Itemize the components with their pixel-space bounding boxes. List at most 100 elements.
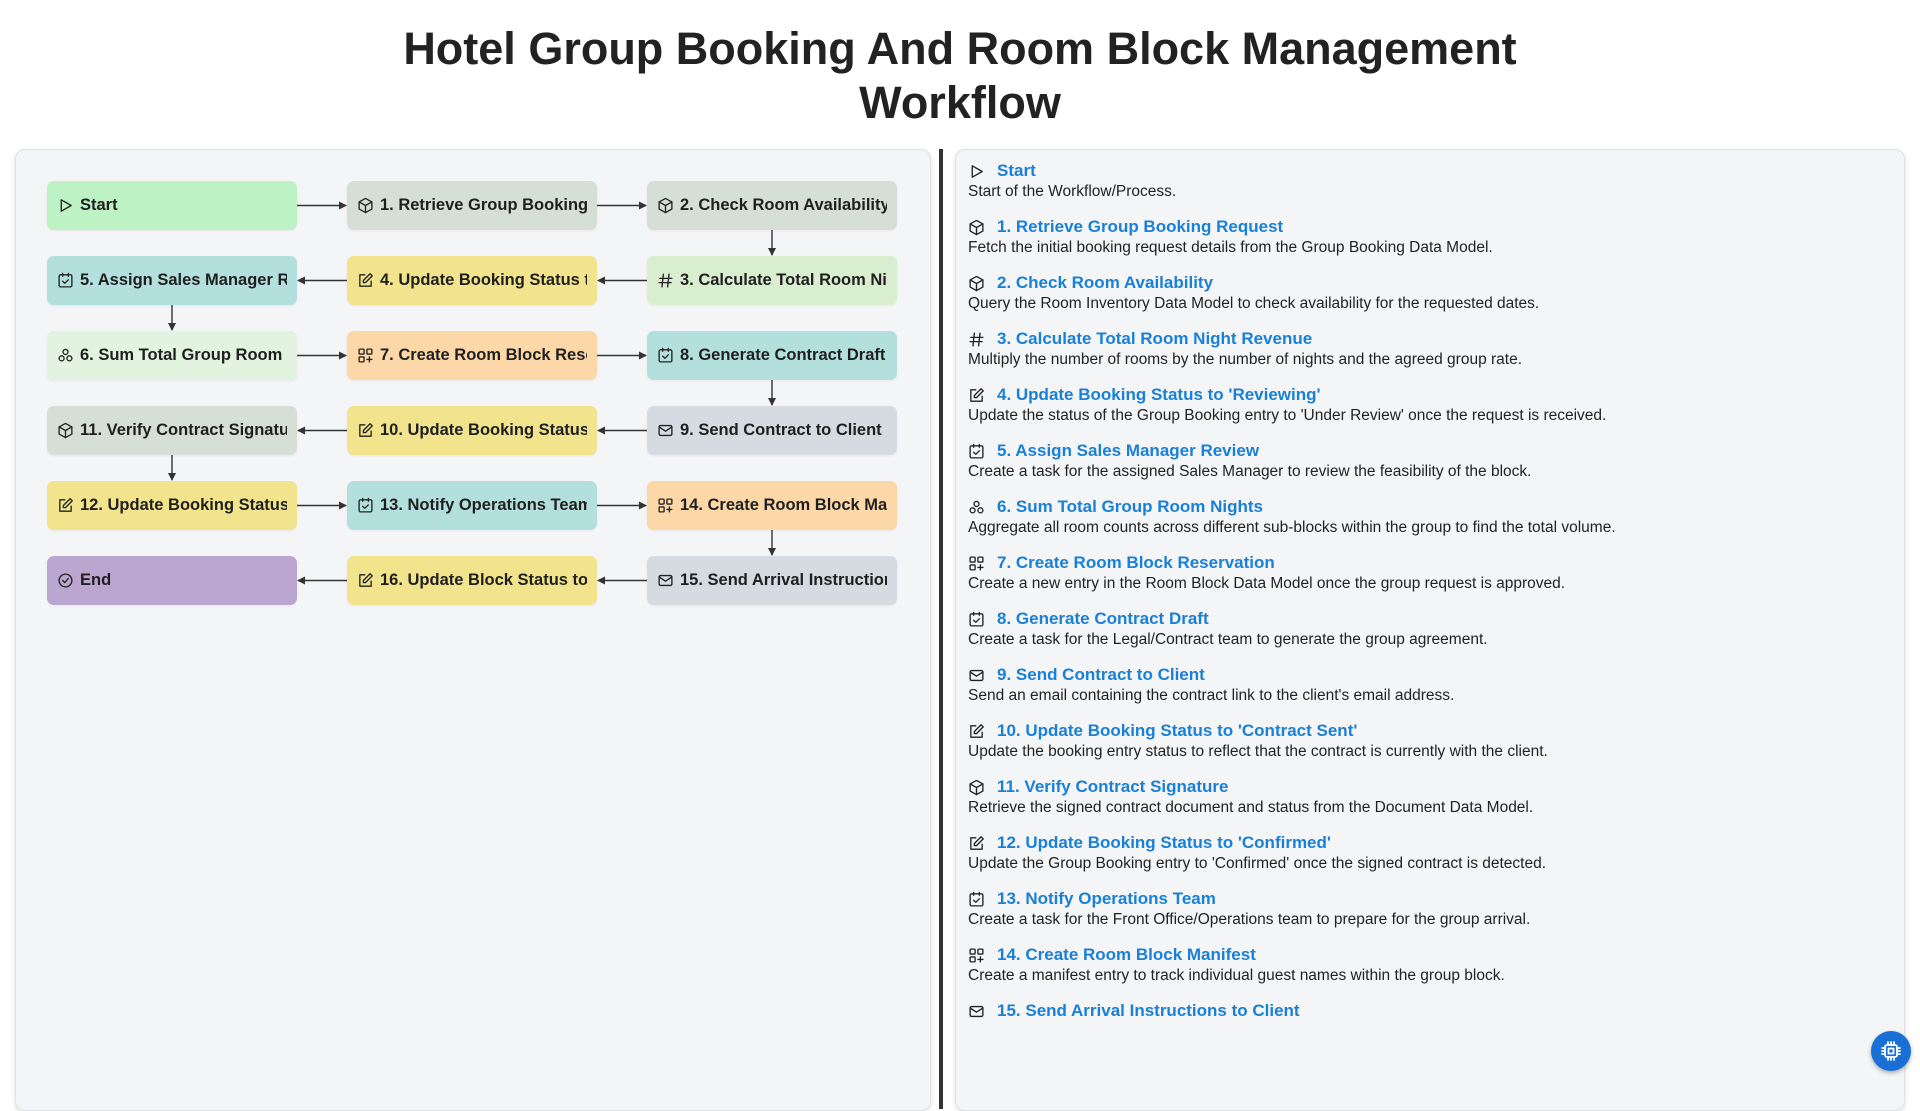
grid-plus-icon xyxy=(968,555,985,572)
checkbox-icon xyxy=(968,443,985,460)
edit-icon xyxy=(357,272,374,289)
grid-plus-icon xyxy=(657,497,674,514)
description-text: Update the booking entry status to refle… xyxy=(968,743,1548,760)
flow-node-n16[interactable]: 16. Update Block Status to xyxy=(347,556,597,605)
description-title-link[interactable]: 15. Send Arrival Instructions to Client xyxy=(997,1001,1300,1021)
flow-node-n9[interactable]: 9. Send Contract to Client xyxy=(647,406,897,455)
description-title-link[interactable]: 13. Notify Operations Team xyxy=(997,889,1216,909)
checkbox-icon xyxy=(57,272,74,289)
description-title-link[interactable]: 12. Update Booking Status to 'Confirmed' xyxy=(997,833,1331,853)
flow-node-end[interactable]: End xyxy=(47,556,297,605)
description-title-link[interactable]: 11. Verify Contract Signature xyxy=(997,777,1228,797)
description-item: 10. Update Booking Status to 'Contract S… xyxy=(968,720,1888,762)
edit-icon xyxy=(357,572,374,589)
flow-node-label: Start xyxy=(80,196,118,214)
description-text: Update the status of the Group Booking e… xyxy=(968,407,1607,424)
flow-node-label: 5. Assign Sales Manager Review xyxy=(80,271,287,289)
grid-plus-icon xyxy=(968,947,985,964)
flow-node-label: 11. Verify Contract Signature xyxy=(80,421,287,439)
description-text: Aggregate all room counts across differe… xyxy=(968,519,1616,536)
flow-node-n8[interactable]: 8. Generate Contract Draft xyxy=(647,331,897,380)
flow-node-label: 16. Update Block Status to xyxy=(380,571,587,589)
cube-icon xyxy=(968,219,985,236)
flow-node-label: End xyxy=(80,571,112,589)
description-text: Send an email containing the contract li… xyxy=(968,687,1455,704)
description-title-link[interactable]: 1. Retrieve Group Booking Request xyxy=(997,217,1283,237)
description-list: Start Start of the Workflow/Process. 1. Re… xyxy=(968,160,1888,1036)
description-title-link[interactable]: 2. Check Room Availability xyxy=(997,273,1213,293)
description-text: Create a task for the Legal/Contract tea… xyxy=(968,631,1488,648)
panel-divider[interactable] xyxy=(939,149,943,1109)
hash-icon xyxy=(968,331,985,348)
flow-node-label: 6. Sum Total Group Room Nights xyxy=(80,346,287,364)
description-panel[interactable]: Start Start of the Workflow/Process. 1. Re… xyxy=(955,149,1905,1111)
flow-node-n12[interactable]: 12. Update Booking Status to 'Confirmed' xyxy=(47,481,297,530)
description-title-link[interactable]: 6. Sum Total Group Room Nights xyxy=(997,497,1263,517)
flow-node-n3[interactable]: 3. Calculate Total Room Night Revenue xyxy=(647,256,897,305)
flow-node-n7[interactable]: 7. Create Room Block Reservation xyxy=(347,331,597,380)
flow-node-label: 12. Update Booking Status to 'Confirmed' xyxy=(80,496,287,514)
flow-node-n15[interactable]: 15. Send Arrival Instructions to Client xyxy=(647,556,897,605)
flow-node-n6[interactable]: 6. Sum Total Group Room Nights xyxy=(47,331,297,380)
description-item: 12. Update Booking Status to 'Confirmed'… xyxy=(968,832,1888,874)
description-title-link[interactable]: 7. Create Room Block Reservation xyxy=(997,553,1275,573)
flow-node-n11[interactable]: 11. Verify Contract Signature xyxy=(47,406,297,455)
cube-icon xyxy=(968,779,985,796)
description-text: Start of the Workflow/Process. xyxy=(968,183,1177,200)
cpu-icon xyxy=(1879,1039,1903,1063)
assistant-button[interactable] xyxy=(1871,1031,1911,1071)
flow-node-n2[interactable]: 2. Check Room Availability xyxy=(647,181,897,230)
checkbox-icon xyxy=(968,611,985,628)
description-title-link[interactable]: 10. Update Booking Status to 'Contract S… xyxy=(997,721,1357,741)
description-text: Fetch the initial booking request detail… xyxy=(968,239,1493,256)
grid-plus-icon xyxy=(357,347,374,364)
edit-icon xyxy=(57,497,74,514)
description-text: Update the Group Booking entry to 'Confi… xyxy=(968,855,1547,872)
description-title-link[interactable]: 9. Send Contract to Client xyxy=(997,665,1205,685)
description-text: Create a task for the Front Office/Opera… xyxy=(968,911,1531,928)
description-title-link[interactable]: 3. Calculate Total Room Night Revenue xyxy=(997,329,1312,349)
description-title-link[interactable]: 8. Generate Contract Draft xyxy=(997,609,1209,629)
description-text: Retrieve the signed contract document an… xyxy=(968,799,1534,816)
flow-node-n14[interactable]: 14. Create Room Block Manifest xyxy=(647,481,897,530)
mail-icon xyxy=(968,1003,985,1020)
description-text: Multiply the number of rooms by the numb… xyxy=(968,351,1523,368)
play-icon xyxy=(968,163,985,180)
cube-icon xyxy=(57,422,74,439)
description-title-link[interactable]: 5. Assign Sales Manager Review xyxy=(997,441,1259,461)
description-text: Create a task for the assigned Sales Man… xyxy=(968,463,1532,480)
flow-node-label: 14. Create Room Block Manifest xyxy=(680,496,887,514)
description-item: 9. Send Contract to Client Send an email … xyxy=(968,664,1888,706)
edit-icon xyxy=(968,387,985,404)
flow-node-n13[interactable]: 13. Notify Operations Team xyxy=(347,481,597,530)
description-title-link[interactable]: 4. Update Booking Status to 'Reviewing' xyxy=(997,385,1321,405)
hash-icon xyxy=(657,272,674,289)
flow-node-start[interactable]: Start xyxy=(47,181,297,230)
description-item: 2. Check Room Availability Query the Room… xyxy=(968,272,1888,314)
description-title-link[interactable]: Start xyxy=(997,161,1036,181)
flow-node-n4[interactable]: 4. Update Booking Status to 'Reviewing' xyxy=(347,256,597,305)
description-item: 14. Create Room Block Manifest Create a m… xyxy=(968,944,1888,986)
flow-node-label: 8. Generate Contract Draft xyxy=(680,346,886,364)
checkbox-icon xyxy=(357,497,374,514)
check-circle-icon xyxy=(57,572,74,589)
description-item: Start Start of the Workflow/Process. xyxy=(968,160,1888,202)
flow-node-label: 4. Update Booking Status to 'Reviewing' xyxy=(380,271,587,289)
aggregate-icon xyxy=(57,347,74,364)
cube-icon xyxy=(968,275,985,292)
description-text: Create a new entry in the Room Block Dat… xyxy=(968,575,1566,592)
mail-icon xyxy=(968,667,985,684)
flow-node-n5[interactable]: 5. Assign Sales Manager Review xyxy=(47,256,297,305)
checkbox-icon xyxy=(968,891,985,908)
description-title-link[interactable]: 14. Create Room Block Manifest xyxy=(997,945,1256,965)
description-item: 13. Notify Operations Team Create a task … xyxy=(968,888,1888,930)
description-text: Query the Room Inventory Data Model to c… xyxy=(968,295,1540,312)
description-item: 7. Create Room Block Reservation Create a… xyxy=(968,552,1888,594)
description-item: 15. Send Arrival Instructions to Client xyxy=(968,1000,1888,1022)
edit-icon xyxy=(968,723,985,740)
flow-node-label: 9. Send Contract to Client xyxy=(680,421,882,439)
flow-node-n1[interactable]: 1. Retrieve Group Booking Request xyxy=(347,181,597,230)
description-item: 11. Verify Contract Signature Retrieve th… xyxy=(968,776,1888,818)
flow-node-n10[interactable]: 10. Update Booking Status to 'Contract S… xyxy=(347,406,597,455)
mail-icon xyxy=(657,422,674,439)
